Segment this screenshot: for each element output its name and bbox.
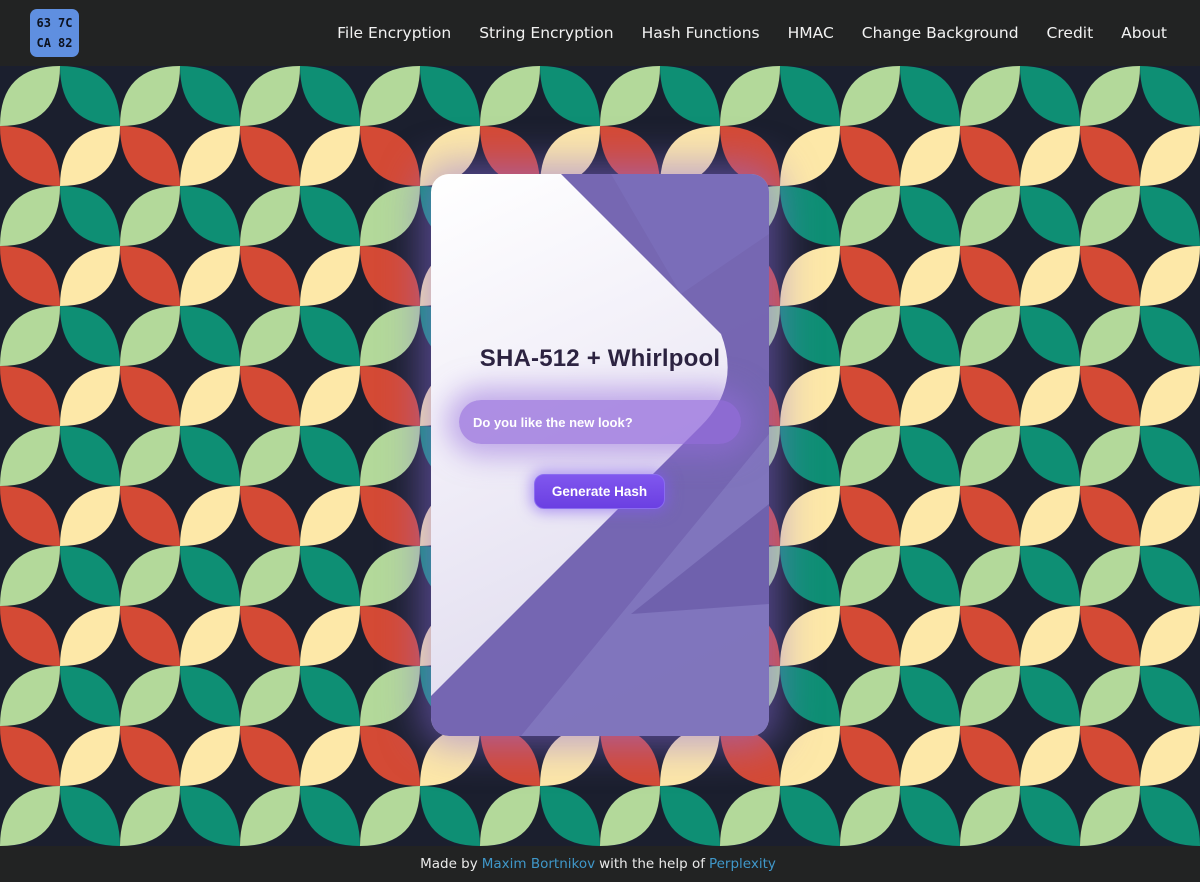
text-input[interactable] <box>459 400 741 444</box>
footer-middle: with the help of <box>599 856 705 872</box>
logo-cell: 63 <box>36 16 51 30</box>
nav-hmac[interactable]: HMAC <box>788 24 834 42</box>
footer: Made by Maxim Bortnikov with the help of… <box>0 846 1200 882</box>
top-navbar: 63 7C CA 82 File Encryption String Encry… <box>0 0 1200 66</box>
nav-string-encryption[interactable]: String Encryption <box>479 24 613 42</box>
hash-card: SHA-512 + Whirlpool Generate Hash <box>431 174 769 736</box>
nav-about[interactable]: About <box>1121 24 1167 42</box>
generate-hash-button[interactable]: Generate Hash <box>534 474 665 509</box>
main-nav: File Encryption String Encryption Hash F… <box>337 0 1167 66</box>
logo-cell: CA <box>36 36 51 50</box>
footer-prefix: Made by <box>420 856 478 872</box>
page-title: SHA-512 + Whirlpool <box>479 345 721 372</box>
perplexity-link[interactable]: Perplexity <box>709 856 776 872</box>
nav-credit[interactable]: Credit <box>1047 24 1094 42</box>
nav-file-encryption[interactable]: File Encryption <box>337 24 451 42</box>
nav-hash-functions[interactable]: Hash Functions <box>642 24 760 42</box>
card-decoration <box>431 174 769 736</box>
logo[interactable]: 63 7C CA 82 <box>30 9 79 57</box>
logo-cell: 82 <box>58 36 73 50</box>
author-link[interactable]: Maxim Bortnikov <box>482 856 595 872</box>
nav-change-background[interactable]: Change Background <box>862 24 1019 42</box>
logo-cell: 7C <box>58 16 73 30</box>
